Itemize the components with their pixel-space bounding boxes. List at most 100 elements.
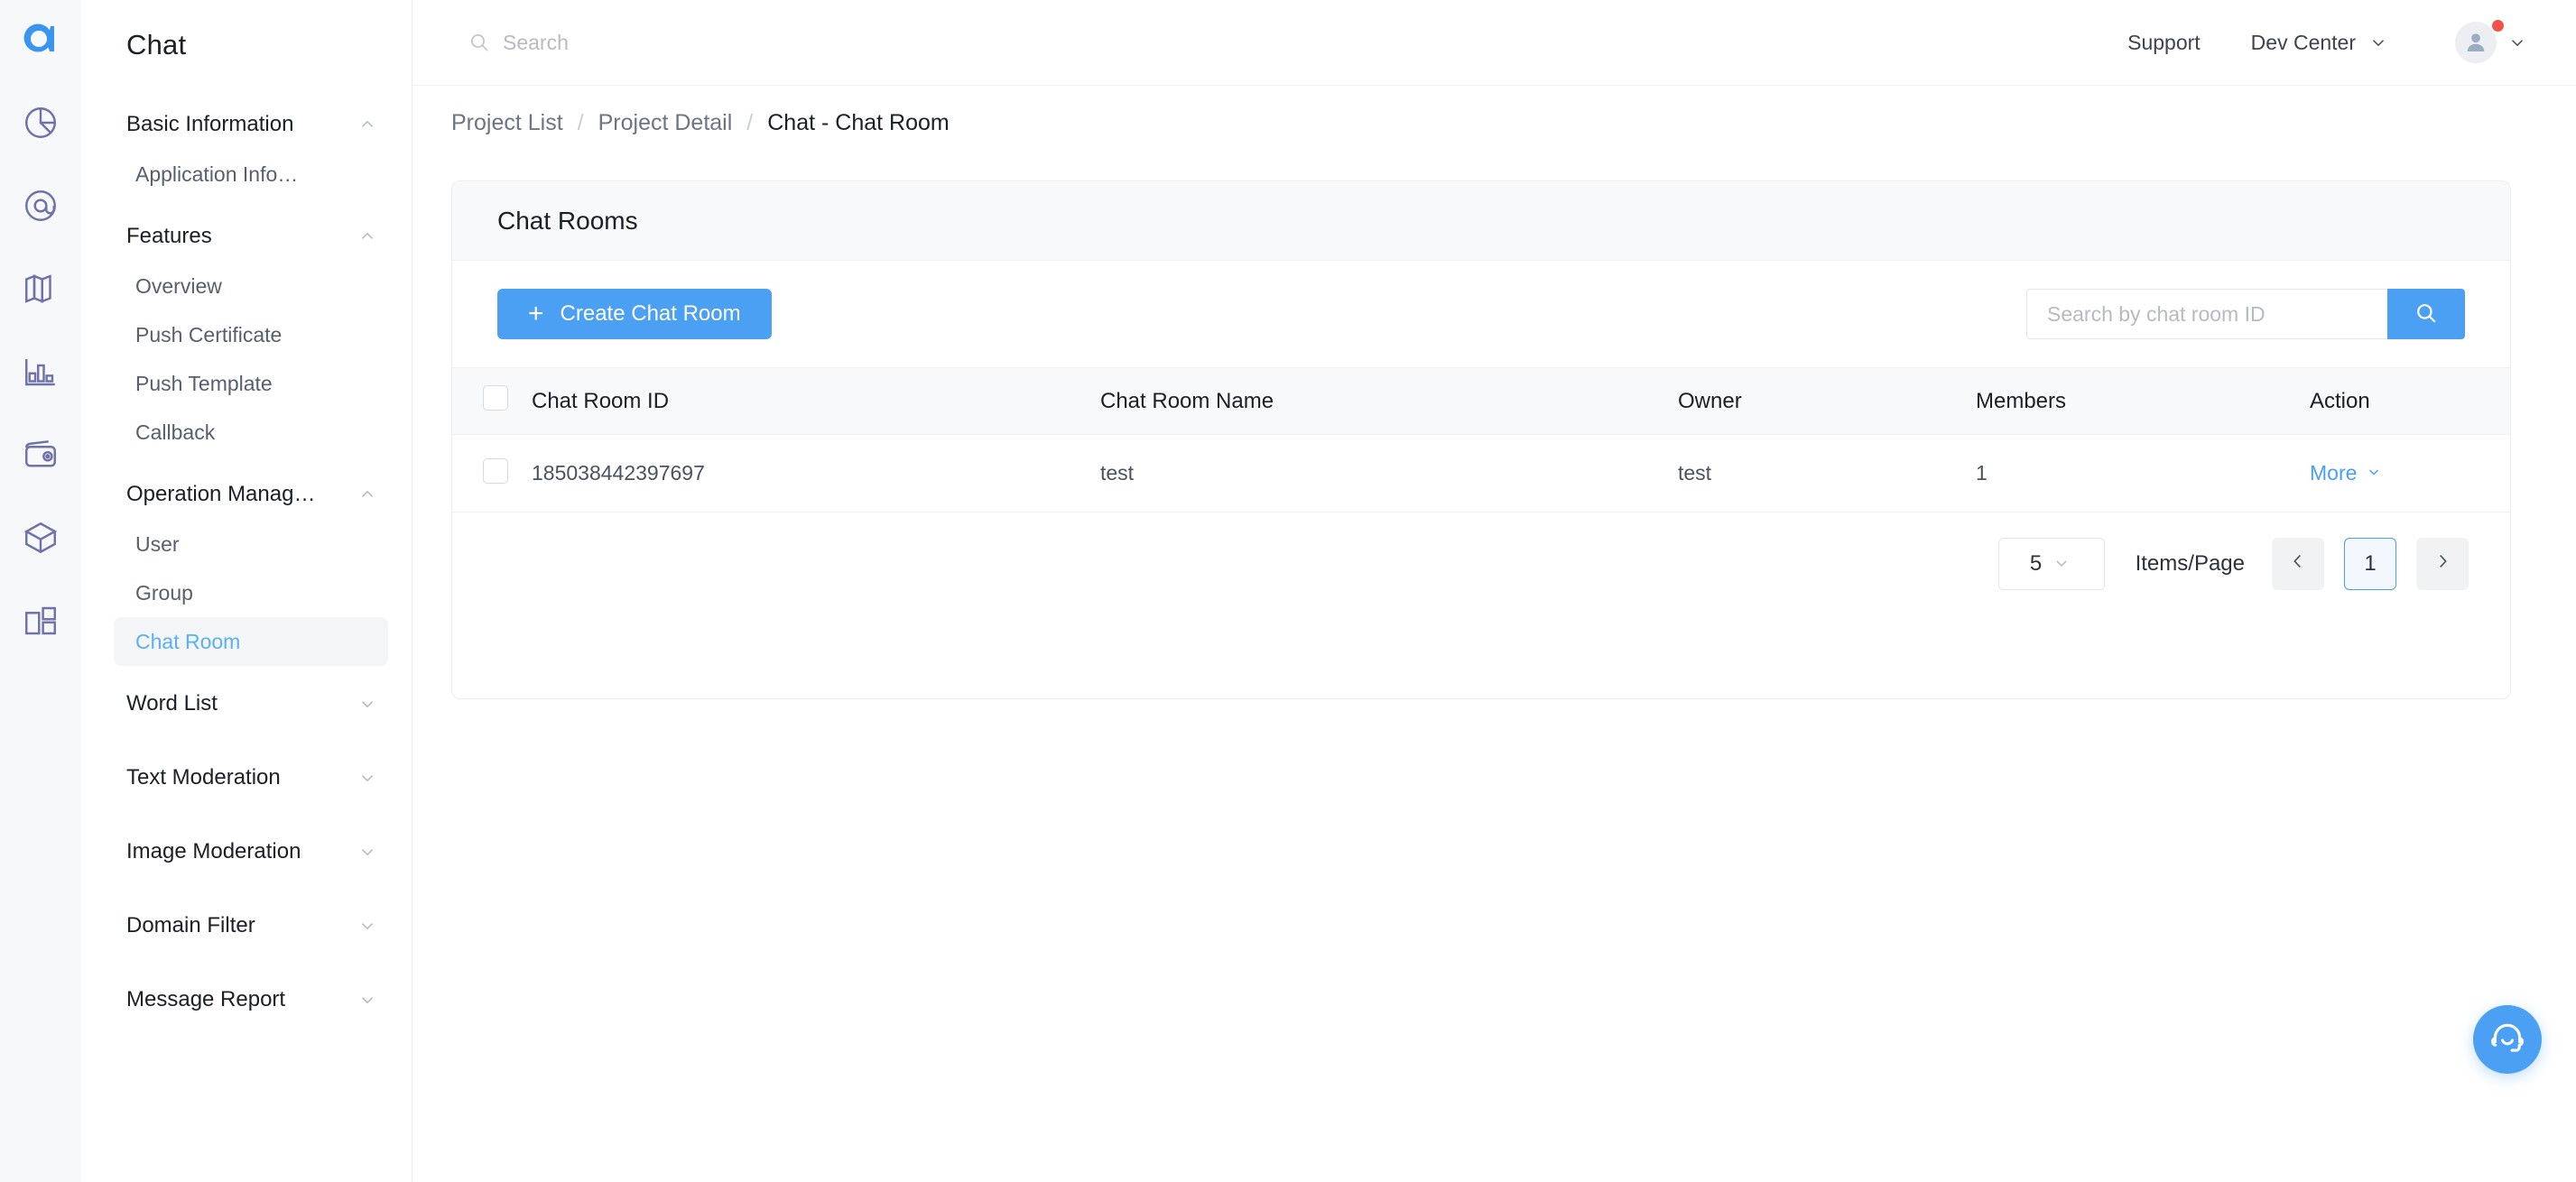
breadcrumb-item-project-list[interactable]: Project List bbox=[451, 110, 563, 136]
sidebar-rail-item-map[interactable] bbox=[0, 247, 81, 330]
items-per-page-label: Items/Page bbox=[2135, 551, 2245, 576]
chat-room-search-button[interactable] bbox=[2387, 289, 2465, 339]
search-icon bbox=[468, 32, 490, 53]
create-chat-room-label: Create Chat Room bbox=[560, 301, 741, 326]
column-header-owner[interactable]: Owner bbox=[1678, 367, 1976, 435]
sidebar-item-push-certificate[interactable]: Push Certificate bbox=[114, 310, 388, 359]
sidebar-group-label: Operation Manag… bbox=[126, 482, 316, 506]
chevron-down-icon bbox=[357, 768, 377, 788]
row-checkbox[interactable] bbox=[483, 457, 508, 484]
chevron-up-icon bbox=[357, 226, 377, 246]
sidebar-item-callback[interactable]: Callback bbox=[114, 408, 388, 457]
chevron-down-icon bbox=[357, 694, 377, 714]
pagination-prev-button[interactable] bbox=[2272, 538, 2324, 590]
sidebar-group-basic-information[interactable]: Basic Information bbox=[81, 99, 412, 150]
sidebar-group-word-list[interactable]: Word List bbox=[81, 679, 412, 729]
column-header-id[interactable]: Chat Room ID bbox=[532, 367, 1100, 435]
column-header-action[interactable]: Action bbox=[2310, 367, 2510, 435]
sidebar-rail-item-pie-chart[interactable] bbox=[0, 81, 81, 164]
sidebar-group-text-moderation[interactable]: Text Moderation bbox=[81, 753, 412, 803]
sidebar-item-application-info[interactable]: Application Info… bbox=[114, 150, 388, 199]
cell-action: More bbox=[2310, 434, 2510, 513]
pie-chart-icon bbox=[22, 104, 60, 142]
support-link[interactable]: Support bbox=[2102, 31, 2226, 55]
pagination-page-1-button[interactable]: 1 bbox=[2344, 538, 2396, 590]
sidebar-group-features[interactable]: Features bbox=[81, 211, 412, 262]
chevron-down-icon bbox=[2052, 554, 2072, 574]
chevron-down-icon bbox=[2366, 461, 2382, 485]
cell-owner: test bbox=[1678, 434, 1976, 513]
user-avatar-icon bbox=[2462, 29, 2489, 56]
account-menu[interactable] bbox=[2455, 20, 2527, 63]
sidebar-rail-item-bar-chart[interactable] bbox=[0, 330, 81, 413]
chevron-down-icon bbox=[357, 842, 377, 862]
chevron-left-icon bbox=[2288, 551, 2308, 577]
dev-center-menu[interactable]: Dev Center bbox=[2226, 31, 2414, 55]
support-chat-fab[interactable] bbox=[2473, 1005, 2542, 1074]
row-more-menu[interactable]: More bbox=[2310, 461, 2382, 485]
sidebar-item-user[interactable]: User bbox=[114, 520, 388, 568]
cell-members: 1 bbox=[1976, 434, 2310, 513]
chevron-down-icon bbox=[2507, 32, 2527, 52]
global-search[interactable] bbox=[468, 24, 938, 60]
header-actions: Support Dev Center bbox=[2102, 20, 2576, 63]
package-box-icon bbox=[22, 519, 60, 557]
agora-logo-icon bbox=[19, 17, 62, 65]
sidebar-rail-item-layout[interactable] bbox=[0, 579, 81, 662]
sidebar-group-domain-filter[interactable]: Domain Filter bbox=[81, 900, 412, 951]
breadcrumb-item-project-detail[interactable]: Project Detail bbox=[598, 110, 733, 136]
sidebar-group-message-report[interactable]: Message Report bbox=[81, 974, 412, 1025]
sidebar-group-label: Image Moderation bbox=[126, 839, 301, 863]
sidebar-group-label: Word List bbox=[126, 691, 218, 716]
chevron-down-icon bbox=[2368, 32, 2388, 52]
sidebar-rail-item-mention[interactable] bbox=[0, 164, 81, 247]
app-logo[interactable] bbox=[0, 0, 81, 81]
page-size-value: 5 bbox=[2029, 551, 2043, 576]
sidebar-title: Chat bbox=[126, 29, 187, 60]
global-search-input[interactable] bbox=[503, 30, 938, 55]
map-icon bbox=[22, 270, 60, 308]
column-header-members[interactable]: Members bbox=[1976, 367, 2310, 435]
chevron-up-icon bbox=[357, 115, 377, 134]
chevron-right-icon bbox=[2432, 551, 2452, 577]
breadcrumb-item-chat-chat-room: Chat - Chat Room bbox=[767, 110, 950, 135]
column-header-name[interactable]: Chat Room Name bbox=[1100, 367, 1678, 435]
table-row: 185038442397697 test test 1 More bbox=[452, 434, 2510, 513]
search-icon bbox=[2414, 301, 2438, 328]
page-size-select[interactable]: 5 bbox=[1997, 538, 2105, 590]
sidebar-groups: Basic Information Application Info… Featur… bbox=[81, 99, 412, 1048]
breadcrumb-separator: / bbox=[746, 110, 754, 135]
avatar bbox=[2455, 22, 2497, 63]
sidebar-group-label: Message Report bbox=[126, 987, 286, 1011]
sidebar-group-operation-manag[interactable]: Operation Manag… bbox=[81, 469, 412, 520]
card-header: Chat Rooms bbox=[452, 181, 2510, 261]
sidebar-rail-item-package[interactable] bbox=[0, 496, 81, 579]
chat-rooms-card: Chat Rooms + Create Chat Room C bbox=[451, 180, 2511, 699]
layout-grid-icon bbox=[22, 602, 60, 640]
at-mention-icon bbox=[22, 187, 60, 225]
select-all-checkbox[interactable] bbox=[483, 385, 508, 411]
chevron-down-icon bbox=[357, 990, 377, 1010]
plus-icon: + bbox=[528, 299, 544, 328]
sidebar-group-label: Basic Information bbox=[126, 112, 294, 136]
chat-room-search-input[interactable] bbox=[2026, 289, 2387, 339]
row-more-label: More bbox=[2310, 461, 2358, 485]
sidebar-submenu: Application Info… bbox=[81, 150, 412, 199]
sidebar-group-label: Text Moderation bbox=[126, 765, 281, 790]
pagination-next-button[interactable] bbox=[2416, 538, 2469, 590]
sidebar-item-group[interactable]: Group bbox=[114, 568, 388, 617]
table-body: 185038442397697 test test 1 More bbox=[452, 434, 2510, 513]
cell-chat-room-name: test bbox=[1100, 434, 1678, 513]
create-chat-room-button[interactable]: + Create Chat Room bbox=[497, 289, 772, 339]
sidebar-item-overview[interactable]: Overview bbox=[114, 262, 388, 310]
sidebar-item-push-template[interactable]: Push Template bbox=[114, 359, 388, 408]
dev-center-label: Dev Center bbox=[2250, 30, 2356, 54]
sidebar-item-chat-room[interactable]: Chat Room bbox=[114, 617, 388, 666]
sidebar-rail-item-wallet[interactable] bbox=[0, 413, 81, 496]
sidebar-group-image-moderation[interactable]: Image Moderation bbox=[81, 826, 412, 877]
